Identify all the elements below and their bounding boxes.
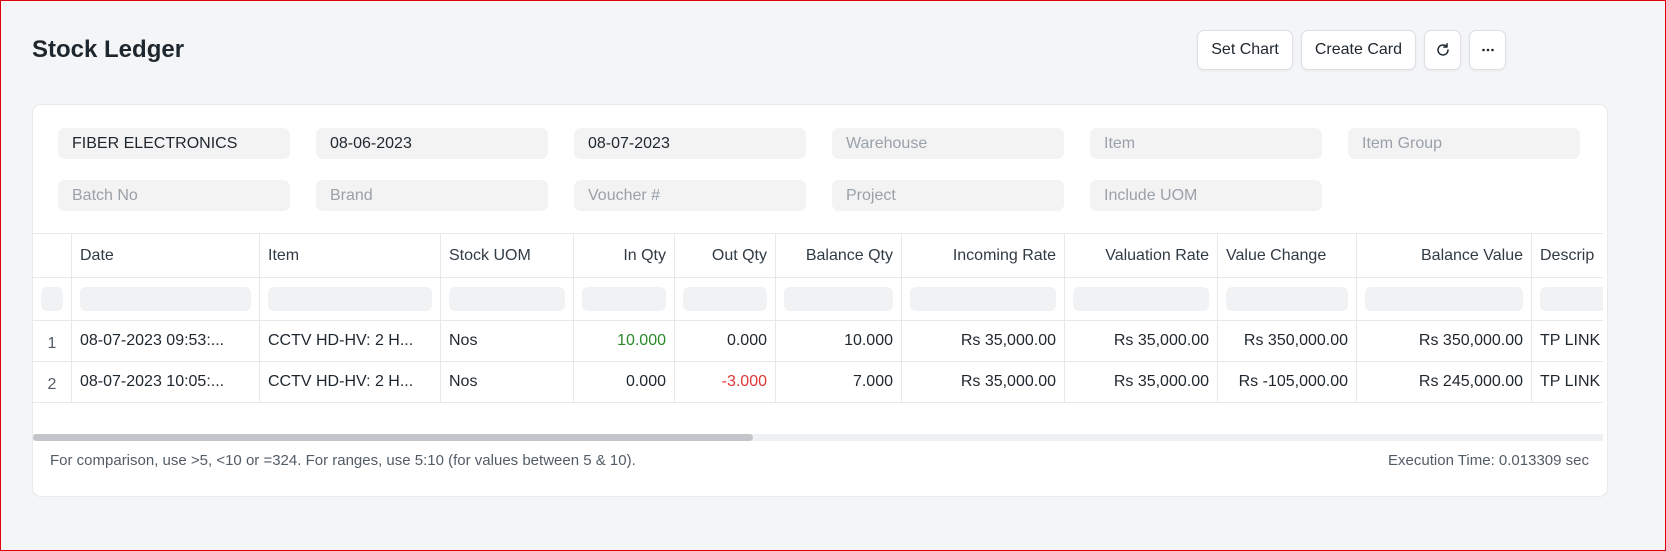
column-header[interactable]: Date (72, 234, 260, 277)
balance-qty-cell[interactable]: 7.000 (776, 362, 902, 402)
include-uom-filter[interactable]: Include UOM (1090, 180, 1322, 211)
item-filter[interactable]: Item (1090, 128, 1322, 159)
company-filter[interactable]: FIBER ELECTRONICS (58, 128, 290, 159)
header-rownum (33, 234, 72, 277)
column-filter-input[interactable] (1365, 287, 1523, 311)
filter-cell (902, 278, 1065, 320)
column-filter-input[interactable] (1540, 287, 1603, 311)
filter-cell (72, 278, 260, 320)
filter-cell (776, 278, 902, 320)
column-filter-row (33, 278, 1603, 321)
refresh-button[interactable] (1424, 30, 1461, 70)
column-header[interactable]: Balance Value (1357, 234, 1532, 277)
filter-cell (1065, 278, 1218, 320)
column-header[interactable]: Item (260, 234, 441, 277)
column-filter-input[interactable] (1226, 287, 1348, 311)
description-cell[interactable]: TP LINK (1532, 362, 1603, 402)
incoming-rate-cell[interactable]: Rs 35,000.00 (902, 321, 1065, 361)
more-options-button[interactable] (1469, 30, 1506, 70)
in-qty-cell[interactable]: 0.000 (574, 362, 675, 402)
table-row[interactable]: 2 08-07-2023 10:05:... CCTV HD-HV: 2 H..… (33, 362, 1603, 403)
date-cell[interactable]: 08-07-2023 10:05:... (72, 362, 260, 402)
table-row[interactable]: 1 08-07-2023 09:53:... CCTV HD-HV: 2 H..… (33, 321, 1603, 362)
column-header[interactable]: Value Change (1218, 234, 1357, 277)
item-cell[interactable]: CCTV HD-HV: 2 H... (260, 362, 441, 402)
date-text: 08-07-2023 10:05:... (80, 373, 225, 390)
date-text: 08-07-2023 09:53:... (80, 332, 225, 349)
page-header: Stock Ledger Set Chart Create Card (32, 30, 1666, 74)
from-date-filter[interactable]: 08-06-2023 (316, 128, 548, 159)
column-filter-input[interactable] (1073, 287, 1209, 311)
date-cell[interactable]: 08-07-2023 09:53:... (72, 321, 260, 361)
column-filter-input[interactable] (41, 287, 63, 311)
filter-cell (441, 278, 574, 320)
item-cell[interactable]: CCTV HD-HV: 2 H... (260, 321, 441, 361)
out-qty-cell[interactable]: 0.000 (675, 321, 776, 361)
create-card-button[interactable]: Create Card (1300, 30, 1416, 70)
value-change-cell[interactable]: Rs -105,000.00 (1218, 362, 1357, 402)
ledger-table: Date Item Stock UOM In Qty Out Qty Balan… (33, 233, 1603, 403)
batch-no-filter[interactable]: Batch No (58, 180, 290, 211)
item-text: CCTV HD-HV: 2 H... (268, 332, 414, 349)
incoming-rate-cell[interactable]: Rs 35,000.00 (902, 362, 1065, 402)
valuation-rate-cell[interactable]: Rs 35,000.00 (1065, 362, 1218, 402)
table-header-row: Date Item Stock UOM In Qty Out Qty Balan… (33, 234, 1603, 278)
column-filter-input[interactable] (268, 287, 432, 311)
balance-qty-cell[interactable]: 10.000 (776, 321, 902, 361)
column-filter-input[interactable] (910, 287, 1056, 311)
column-filter-input[interactable] (582, 287, 666, 311)
uom-cell[interactable]: Nos (441, 362, 574, 402)
uom-cell[interactable]: Nos (441, 321, 574, 361)
set-chart-button[interactable]: Set Chart (1197, 30, 1293, 70)
item-text: CCTV HD-HV: 2 H... (268, 373, 414, 390)
value-change-cell[interactable]: Rs 350,000.00 (1218, 321, 1357, 361)
filter-cell (260, 278, 441, 320)
filter-cell (675, 278, 776, 320)
description-cell[interactable]: TP LINK (1532, 321, 1603, 361)
warehouse-filter[interactable]: Warehouse (832, 128, 1064, 159)
in-qty-cell[interactable]: 10.000 (574, 321, 675, 361)
out-qty-cell[interactable]: -3.000 (675, 362, 776, 402)
filter-hint: For comparison, use >5, <10 or =324. For… (50, 452, 636, 469)
report-card: FIBER ELECTRONICS 08-06-2023 08-07-2023 … (32, 104, 1608, 497)
column-filter-input[interactable] (449, 287, 565, 311)
project-filter[interactable]: Project (832, 180, 1064, 211)
column-header[interactable]: Incoming Rate (902, 234, 1065, 277)
column-header[interactable]: Out Qty (675, 234, 776, 277)
valuation-rate-cell[interactable]: Rs 35,000.00 (1065, 321, 1218, 361)
ellipsis-icon (1480, 42, 1496, 58)
column-header[interactable]: Stock UOM (441, 234, 574, 277)
to-date-filter[interactable]: 08-07-2023 (574, 128, 806, 159)
column-header[interactable]: Balance Qty (776, 234, 902, 277)
filter-cell (574, 278, 675, 320)
page-title: Stock Ledger (32, 36, 185, 63)
refresh-icon (1435, 42, 1451, 58)
row-number: 2 (33, 362, 72, 402)
filter-cell (1357, 278, 1532, 320)
balance-value-cell[interactable]: Rs 245,000.00 (1357, 362, 1532, 402)
voucher-filter[interactable]: Voucher # (574, 180, 806, 211)
column-filter-input[interactable] (784, 287, 893, 311)
brand-filter[interactable]: Brand (316, 180, 548, 211)
balance-value-cell[interactable]: Rs 350,000.00 (1357, 321, 1532, 361)
filter-cell (1218, 278, 1357, 320)
rownum-filter-cell (33, 278, 72, 320)
row-number: 1 (33, 321, 72, 361)
column-filter-input[interactable] (80, 287, 251, 311)
column-header[interactable]: In Qty (574, 234, 675, 277)
item-group-filter[interactable]: Item Group (1348, 128, 1580, 159)
column-filter-input[interactable] (683, 287, 767, 311)
page-actions: Set Chart Create Card (1197, 30, 1506, 70)
column-header[interactable]: Descrip (1532, 234, 1603, 277)
execution-time: Execution Time: 0.013309 sec (1388, 452, 1589, 469)
filter-cell (1532, 278, 1603, 320)
column-header[interactable]: Valuation Rate (1065, 234, 1218, 277)
scrollbar-thumb[interactable] (33, 434, 753, 441)
horizontal-scrollbar[interactable] (33, 434, 1603, 441)
